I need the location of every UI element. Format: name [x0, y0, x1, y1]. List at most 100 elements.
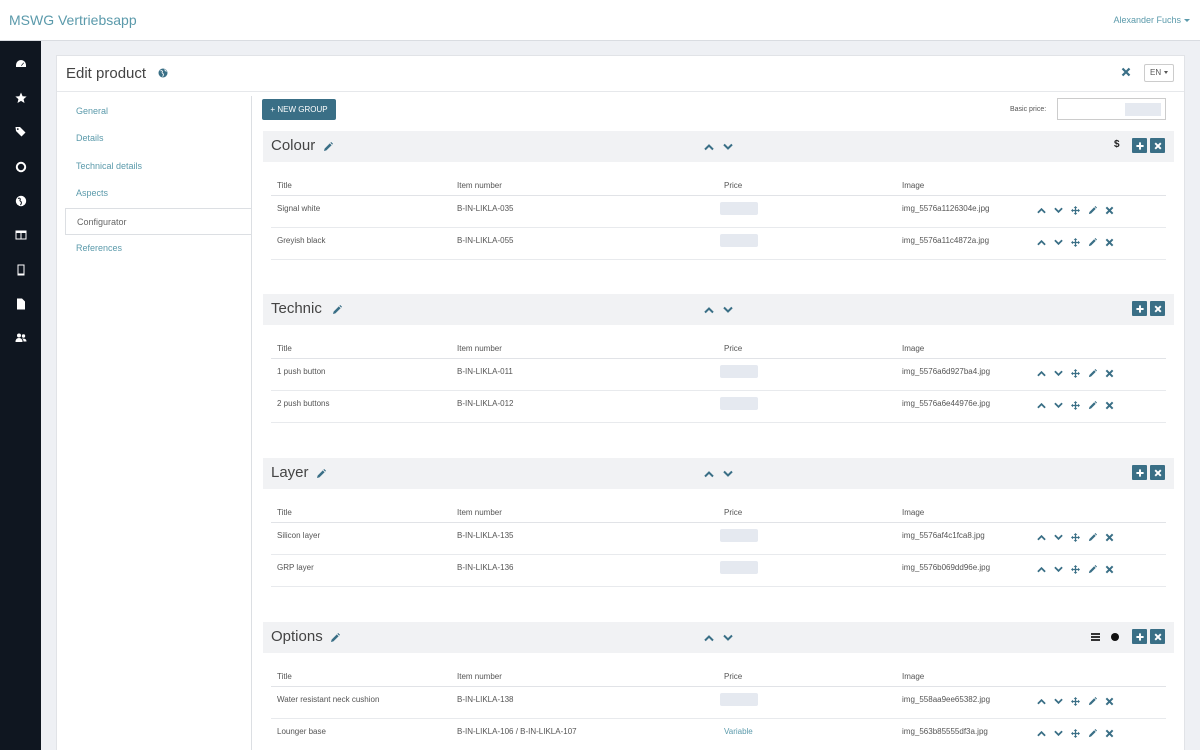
row-title: 2 push buttons — [277, 399, 330, 408]
move-icon[interactable] — [1071, 565, 1080, 574]
price-input[interactable] — [720, 693, 758, 706]
table-header: Title Item number Price Image — [271, 337, 1166, 359]
chevron-up-icon[interactable] — [1037, 565, 1046, 574]
chevron-down-icon[interactable] — [723, 470, 733, 478]
chevron-down-icon[interactable] — [723, 634, 733, 642]
chevron-down-icon[interactable] — [1054, 401, 1063, 410]
pencil-icon[interactable] — [1088, 369, 1097, 378]
close-icon[interactable] — [1105, 729, 1114, 738]
subnav-references[interactable]: References — [65, 235, 251, 262]
basic-price-input[interactable] — [1057, 98, 1166, 120]
close-icon[interactable] — [1105, 206, 1114, 215]
delete-group-button[interactable] — [1150, 465, 1165, 480]
pencil-icon[interactable] — [1088, 697, 1097, 706]
chevron-up-icon[interactable] — [1037, 369, 1046, 378]
delete-group-button[interactable] — [1150, 629, 1165, 644]
close-icon[interactable] — [1105, 533, 1114, 542]
circle-icon[interactable] — [1111, 633, 1119, 641]
pencil-icon[interactable] — [1088, 565, 1097, 574]
pencil-icon[interactable] — [330, 633, 340, 643]
chevron-down-icon[interactable] — [1054, 238, 1063, 247]
chevron-up-icon[interactable] — [704, 306, 714, 314]
delete-group-button[interactable] — [1150, 301, 1165, 316]
chevron-down-icon[interactable] — [1054, 565, 1063, 574]
subnav-general[interactable]: General — [65, 98, 251, 125]
price-input[interactable] — [720, 365, 758, 378]
file-icon[interactable] — [0, 294, 41, 314]
subnav-details[interactable]: Details — [65, 125, 251, 152]
chevron-down-icon[interactable] — [1054, 206, 1063, 215]
chevron-up-icon[interactable] — [1037, 206, 1046, 215]
dashboard-icon[interactable] — [0, 54, 41, 74]
circle-icon[interactable] — [0, 157, 41, 177]
add-item-button[interactable] — [1132, 301, 1147, 316]
close-icon[interactable] — [1105, 369, 1114, 378]
close-icon[interactable] — [1105, 697, 1114, 706]
move-icon[interactable] — [1071, 401, 1080, 410]
move-icon[interactable] — [1071, 369, 1080, 378]
list-icon[interactable] — [1091, 633, 1100, 641]
subnav-aspects[interactable]: Aspects — [65, 180, 251, 207]
close-icon[interactable] — [1105, 565, 1114, 574]
pencil-icon[interactable] — [316, 469, 326, 479]
pencil-icon[interactable] — [332, 305, 342, 315]
close-icon[interactable] — [1105, 401, 1114, 410]
table-icon[interactable] — [0, 225, 41, 245]
chevron-down-icon[interactable] — [723, 143, 733, 151]
globe-icon[interactable] — [158, 68, 168, 78]
tags-icon[interactable] — [0, 122, 41, 142]
pencil-icon[interactable] — [323, 142, 333, 152]
chevron-up-icon[interactable] — [1037, 697, 1046, 706]
row-item-number: B-IN-LIKLA-138 — [457, 695, 514, 704]
pencil-icon[interactable] — [1088, 401, 1097, 410]
dollar-icon[interactable]: $ — [1114, 139, 1120, 150]
move-icon[interactable] — [1071, 729, 1080, 738]
delete-group-button[interactable] — [1150, 138, 1165, 153]
price-input[interactable] — [720, 561, 758, 574]
chevron-down-icon[interactable] — [723, 306, 733, 314]
subnav-technical-details[interactable]: Technical details — [65, 153, 251, 180]
chevron-up-icon[interactable] — [1037, 401, 1046, 410]
price-variable-link[interactable]: Variable — [724, 727, 753, 736]
app-brand[interactable]: MSWG Vertriebsapp — [9, 12, 137, 28]
chevron-up-icon[interactable] — [1037, 238, 1046, 247]
chevron-down-icon[interactable] — [1054, 697, 1063, 706]
tablet-icon[interactable] — [0, 260, 41, 280]
chevron-down-icon[interactable] — [1054, 729, 1063, 738]
pencil-icon[interactable] — [1088, 729, 1097, 738]
chevron-up-icon[interactable] — [1037, 533, 1046, 542]
pencil-icon[interactable] — [1088, 206, 1097, 215]
pencil-icon[interactable] — [1088, 238, 1097, 247]
row-image: img_5576a6e44976e.jpg — [902, 399, 991, 408]
add-item-button[interactable] — [1132, 465, 1147, 480]
chevron-down-icon[interactable] — [1054, 369, 1063, 378]
group-header: Layer — [263, 458, 1174, 489]
chevron-up-icon[interactable] — [704, 143, 714, 151]
star-icon[interactable] — [0, 88, 41, 108]
chevron-up-icon[interactable] — [1037, 729, 1046, 738]
pencil-icon[interactable] — [1088, 533, 1097, 542]
move-icon[interactable] — [1071, 533, 1080, 542]
chevron-up-icon[interactable] — [704, 634, 714, 642]
price-input[interactable] — [720, 529, 758, 542]
price-input[interactable] — [720, 234, 758, 247]
globe-icon[interactable] — [0, 191, 41, 211]
price-input[interactable] — [720, 397, 758, 410]
subnav-configurator[interactable]: Configurator — [65, 208, 251, 235]
add-item-button[interactable] — [1132, 138, 1147, 153]
move-icon[interactable] — [1071, 206, 1080, 215]
close-icon[interactable] — [1121, 67, 1131, 77]
row-actions — [1037, 533, 1147, 545]
user-menu[interactable]: Alexander Fuchs — [1113, 15, 1190, 25]
add-item-button[interactable] — [1132, 629, 1147, 644]
price-input[interactable] — [720, 202, 758, 215]
move-icon[interactable] — [1071, 238, 1080, 247]
language-select[interactable]: EN — [1144, 64, 1174, 82]
close-icon[interactable] — [1105, 238, 1114, 247]
basic-price-value — [1125, 103, 1161, 116]
chevron-up-icon[interactable] — [704, 470, 714, 478]
chevron-down-icon[interactable] — [1054, 533, 1063, 542]
new-group-button[interactable]: + NEW GROUP — [262, 99, 336, 120]
move-icon[interactable] — [1071, 697, 1080, 706]
users-icon[interactable] — [0, 328, 41, 348]
